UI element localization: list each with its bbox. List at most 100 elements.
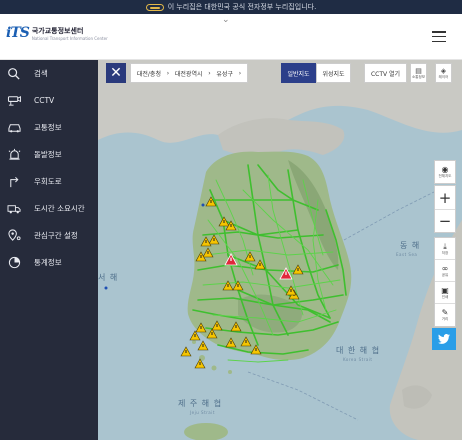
gov-logo-icon [145, 3, 164, 11]
full-view-button[interactable]: ◉ 전체지도 [435, 161, 455, 183]
link-icon: ∞ [441, 263, 449, 273]
breadcrumb-province[interactable]: 대전/충청 [137, 69, 161, 78]
map-type-normal-button[interactable]: 일반지도 [281, 63, 316, 83]
breadcrumb-city[interactable]: 대전광역시 [175, 69, 203, 78]
incident-marker-icon[interactable] [218, 216, 230, 227]
close-icon: ✕ [110, 65, 122, 81]
logo-mark: iTS [6, 25, 30, 41]
logo-title: 국가교통정보센터 [31, 26, 84, 35]
sidebar-item-label: 검색 [34, 69, 48, 78]
share-label: 공유 [441, 272, 449, 277]
map-pin-icon [6, 229, 22, 243]
incident-marker-icon[interactable] [230, 321, 242, 332]
zoom-in-button[interactable]: + [435, 186, 455, 209]
sidebar-item-label: 통계정보 [34, 258, 62, 267]
twitter-icon [438, 334, 450, 344]
legend-button[interactable]: ▤ 소통정보 [410, 63, 427, 83]
map-type-satellite-button[interactable]: 위성지도 [316, 63, 351, 83]
gov-banner: 이 누리집은 대한민국 공식 전자정부 누리집입니다. [0, 0, 462, 14]
traffic-map[interactable]: 동 해 East Sea 서 해 대 한 해 협 Korea Strait 제 … [98, 60, 462, 440]
hamburger-menu-icon[interactable] [432, 31, 446, 42]
incident-marker-icon[interactable] [205, 196, 217, 207]
sidebar-item-cctv[interactable]: CCTV [0, 87, 98, 114]
layer-button[interactable]: ◈ 레이어 [435, 63, 452, 83]
breadcrumb-separator-icon: › [208, 69, 211, 77]
pencil-icon: ✎ [441, 308, 449, 317]
incident-marker-icon[interactable] [194, 358, 206, 369]
incident-markers [104, 196, 304, 369]
logo-subtitle: National Transport Information Center [31, 35, 108, 41]
sidebar-item-traffic[interactable]: 교통정보 [0, 114, 98, 141]
incident-marker-icon[interactable] [202, 247, 214, 258]
breadcrumb-separator-icon: › [238, 69, 242, 77]
logo-text: 국가교통정보센터 National Transport Information … [32, 26, 108, 41]
chart-icon [6, 256, 22, 270]
sidebar-item-label: CCTV [34, 96, 55, 105]
close-panel-button[interactable]: ✕ [106, 63, 126, 83]
incident-marker-icon[interactable] [225, 337, 237, 348]
logo[interactable]: iTS 국가교통정보센터 National Transport Informat… [6, 25, 108, 41]
sidebar-item-search[interactable]: 검색 [0, 60, 98, 87]
sidebar-item-label: 교통정보 [34, 123, 62, 132]
zoom-out-button[interactable]: − [435, 209, 455, 232]
sidebar-item-label: 관심구간 설정 [34, 231, 78, 240]
incident-marker-icon[interactable] [180, 346, 192, 357]
measure-button[interactable]: ✎ 거리 [435, 304, 455, 326]
incident-marker-icon[interactable] [208, 234, 220, 245]
sidebar-item-label: 도시간 소요시간 [34, 204, 85, 213]
incident-marker-icon[interactable] [244, 251, 256, 262]
truck-clock-icon [6, 202, 22, 216]
major-incident-marker-icon[interactable] [279, 267, 293, 280]
region-breadcrumb: 대전/충청 › 대전광역시 › 유성구 › [130, 63, 248, 83]
full-view-label: 전체지도 [438, 174, 452, 178]
incident-marker-icon[interactable] [195, 322, 207, 333]
save-button[interactable]: ⤓ 저장 [435, 238, 455, 260]
cctv-open-button[interactable]: CCTV 열기 [364, 63, 407, 83]
breadcrumb-separator-icon: › [166, 69, 170, 77]
print-label: 인쇄 [441, 294, 449, 299]
twitter-share-button[interactable] [432, 328, 456, 350]
sidebar-item-travel-time[interactable]: 도시간 소요시간 [0, 195, 98, 222]
incident-marker-icon[interactable] [197, 340, 209, 351]
sidebar-item-label: 우회도로 [34, 177, 62, 186]
breadcrumb-district[interactable]: 유성구 [216, 69, 233, 78]
incident-marker-icon[interactable] [206, 328, 218, 339]
incident-marker-icon[interactable] [222, 280, 234, 291]
legend-label: 소통정보 [412, 74, 425, 79]
layers-icon: ◈ [440, 66, 447, 75]
header: iTS 국가교통정보센터 National Transport Informat… [0, 14, 462, 60]
incident-marker-icon[interactable] [240, 336, 252, 347]
incident-marker-icon[interactable] [254, 259, 266, 270]
print-icon: ▣ [441, 285, 449, 295]
chevron-down-icon[interactable]: ⌄ [222, 15, 230, 25]
map-type-toggle: 일반지도 위성지도 [281, 63, 351, 83]
detour-icon [6, 175, 22, 189]
print-button[interactable]: ▣ 인쇄 [435, 282, 455, 304]
sidebar: 검색 CCTV 교통정보 돌발정보 우회도로 도시간 소요시간 관심구간 설정 … [0, 60, 98, 440]
location-icon: ◉ [441, 165, 449, 174]
share-button[interactable]: ∞ 공유 [435, 260, 455, 282]
incident-marker-icon[interactable] [232, 280, 244, 291]
major-incident-marker-icon[interactable] [224, 253, 238, 266]
cctv-icon [6, 94, 22, 108]
siren-icon [6, 148, 22, 162]
car-icon [6, 121, 22, 135]
download-icon: ⤓ [443, 241, 447, 251]
sidebar-item-detour[interactable]: 우회도로 [0, 168, 98, 195]
sidebar-item-label: 돌발정보 [34, 150, 62, 159]
incident-marker-icon[interactable] [292, 264, 304, 275]
map-tools: ⤓ 저장 ∞ 공유 ▣ 인쇄 ✎ 거리 [434, 237, 456, 327]
sidebar-item-statistics[interactable]: 통계정보 [0, 249, 98, 276]
full-view-box: ◉ 전체지도 [434, 160, 456, 184]
layer-label: 레이어 [438, 74, 449, 79]
zoom-controls: + − [434, 185, 456, 233]
sidebar-item-watch-section[interactable]: 관심구간 설정 [0, 222, 98, 249]
incident-marker-icon[interactable] [250, 344, 262, 355]
incident-marker-icon[interactable] [189, 330, 201, 341]
legend-icon: ▤ [415, 66, 422, 75]
incident-marker-icon[interactable] [200, 236, 212, 247]
app-root: 이 누리집은 대한민국 공식 전자정부 누리집입니다. iTS 국가교통정보센터… [0, 0, 462, 440]
save-label: 저장 [441, 250, 449, 255]
incident-marker-icon[interactable] [211, 320, 223, 331]
sidebar-item-incidents[interactable]: 돌발정보 [0, 141, 98, 168]
